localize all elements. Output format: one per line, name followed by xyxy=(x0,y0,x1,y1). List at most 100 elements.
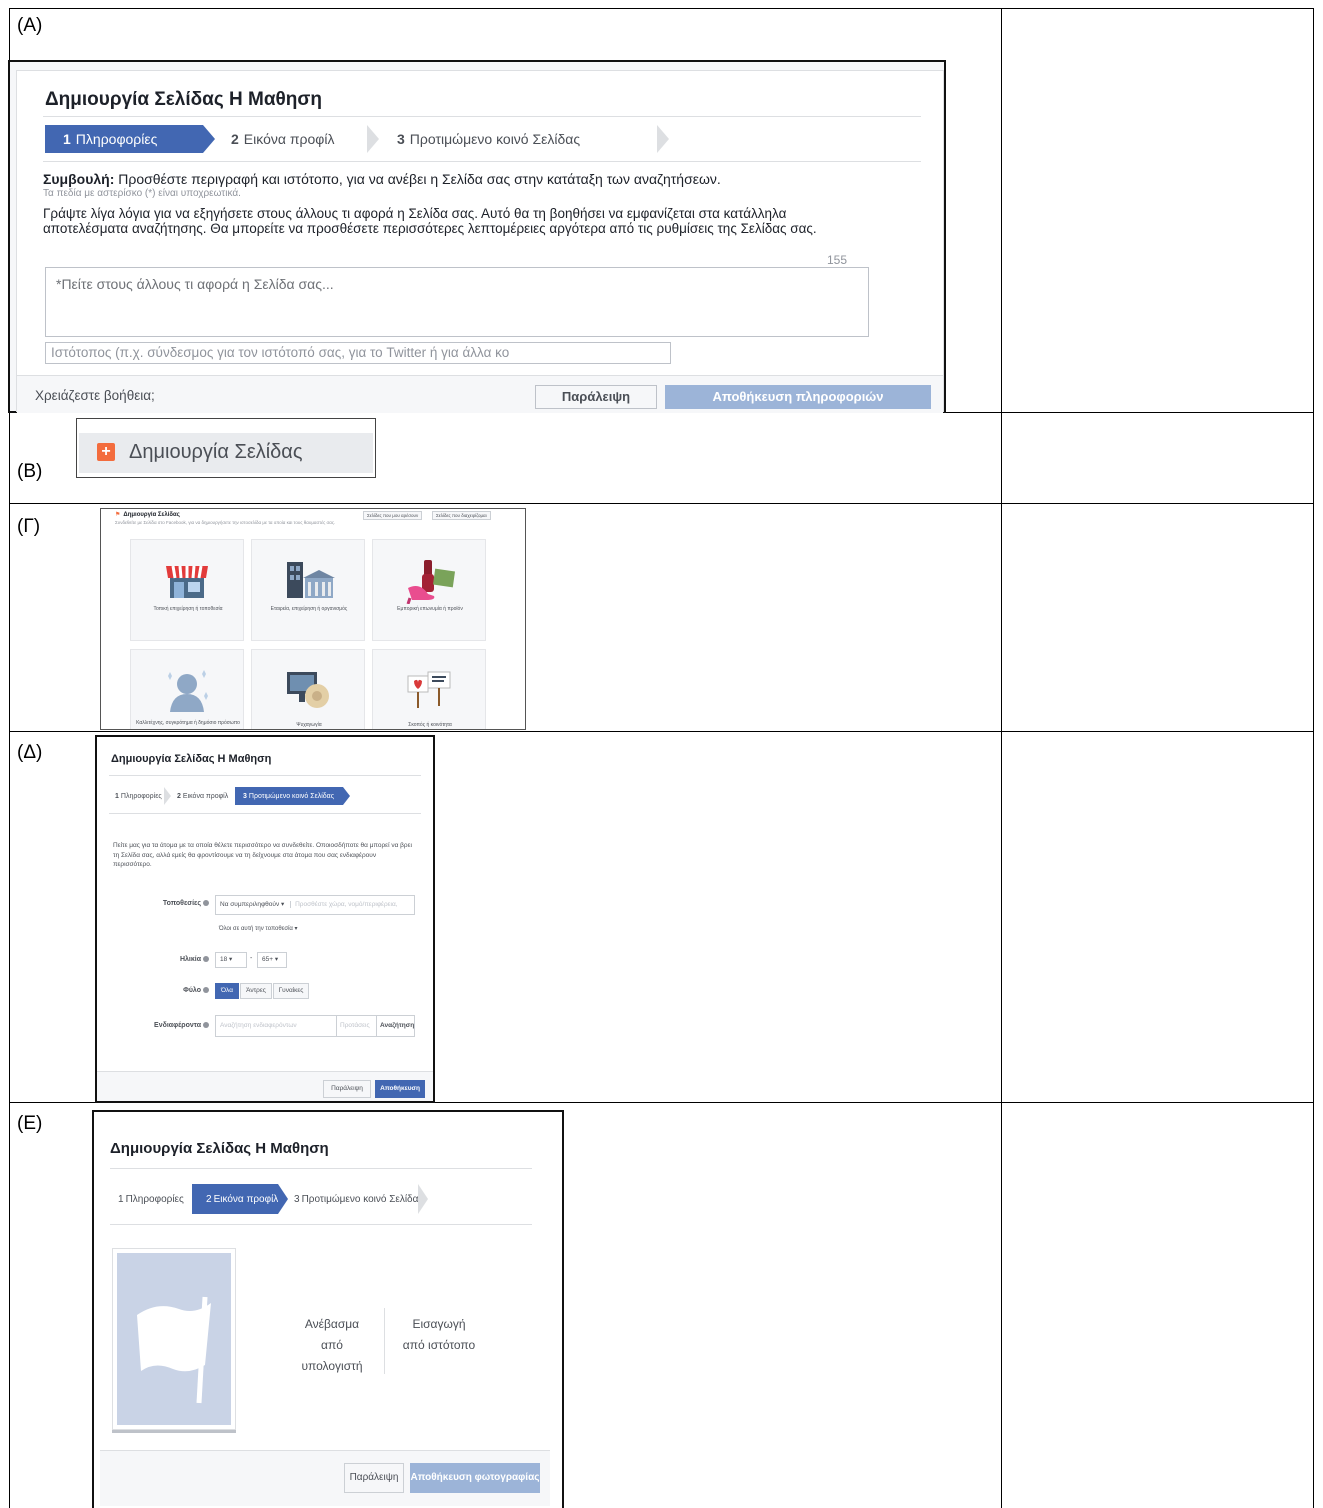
step-number: 1 xyxy=(118,1193,124,1205)
create-page-info-dialog: Δημιουργία Σελίδας Η Μαθηση 1 Πληροφορίε… xyxy=(8,60,946,413)
website-input[interactable]: Ιστότοπος (π.χ. σύνδεσμος για τον ιστότο… xyxy=(45,342,671,364)
tab-info[interactable]: 1 Πληροφορίες xyxy=(110,1184,192,1214)
step-number: 2 xyxy=(177,792,181,800)
category-card[interactable]: Καλλιτέχνης, συγκρότημα ή δημόσιο πρόσωπ… xyxy=(130,649,244,729)
category-card[interactable]: Τοπική επιχείρηση ή τοποθεσία xyxy=(130,539,244,641)
tab-preferred-audience[interactable]: 3 Προτιμώμενο κοινό Σελίδας xyxy=(278,1184,428,1214)
steps-bar: 1 Πληροφορίες 2 Εικόνα προφίλ 3 Προτιμώμ… xyxy=(110,1184,450,1214)
divider xyxy=(110,1168,532,1169)
step-label: Εικόνα προφίλ xyxy=(182,792,229,800)
skip-button[interactable]: Παράλειψη xyxy=(535,385,657,409)
category-card[interactable]: Σκοπός ή κοινότητα xyxy=(372,649,486,729)
dialog-footer: Παράλειψη Αποθήκευση xyxy=(97,1071,433,1101)
interests-field[interactable]: Αναζήτηση ενδιαφερόντων Προτάσεις Αναζήτ… xyxy=(215,1015,415,1037)
category-card[interactable]: Εταιρεία, επιχείρηση ή οργανισμός xyxy=(251,539,365,641)
info-icon xyxy=(203,900,209,907)
preferred-audience-dialog: Δημιουργία Σελίδας Η Μαθηση 1 Πληροφορίε… xyxy=(95,735,435,1103)
skip-button[interactable]: Παράλειψη xyxy=(323,1080,371,1098)
page-category-chooser: ⚑ Δημιουργία Σελίδας Συνδεθείτε με Σελίδα… xyxy=(100,508,526,730)
help-link[interactable]: Χρειάζεστε βοήθεια; xyxy=(35,388,155,403)
tab-info[interactable]: 1 Πληροφορίες xyxy=(45,125,215,153)
locations-input[interactable]: Προσθέστε χώρα, νομό/περιφέρεια, xyxy=(290,901,398,908)
tab-preferred-audience[interactable]: 3 Προτιμώμενο κοινό Σελίδας xyxy=(379,125,669,153)
person-icon xyxy=(168,670,208,712)
save-button[interactable]: Αποθήκευση xyxy=(375,1080,425,1098)
category-card[interactable]: Ψυχαγωγία xyxy=(251,649,365,729)
tab-profile-picture[interactable]: 2 Εικόνα προφίλ xyxy=(203,125,379,153)
age-max-select[interactable]: 65+ ▾ xyxy=(257,952,287,968)
step-label: Εικόνα προφίλ xyxy=(243,131,335,147)
tab-profile-picture[interactable]: 2 Εικόνα προφίλ xyxy=(192,1184,288,1214)
divider xyxy=(109,775,421,776)
category-label: Εμπορική επωνυμία ή προϊόν xyxy=(397,606,463,612)
step-label: Πληροφορίες xyxy=(75,131,158,147)
flag-icon: ⚑ xyxy=(115,512,121,518)
char-counter: 155 xyxy=(827,253,848,267)
row-divider xyxy=(9,731,1314,732)
locations-field[interactable]: Να συμπεριληφθούν ▾ Προσθέστε χώρα, νομό… xyxy=(215,895,415,915)
step-label: Προτιμώμενο κοινό Σελίδας xyxy=(301,1193,424,1205)
location-scope-dropdown[interactable]: Όλοι σε αυτή την τοποθεσία ▾ xyxy=(219,925,298,932)
upload-line: από xyxy=(321,1338,343,1352)
chevron-right-icon xyxy=(418,1184,428,1214)
description-text: Γράψτε λίγα λόγια για να εξηγήσετε στους… xyxy=(43,206,817,236)
building-icon xyxy=(287,562,335,598)
tip-text: Συμβουλή: Προσθέστε περιγραφή και ιστότο… xyxy=(43,171,721,187)
save-info-button[interactable]: Αποθήκευση πληροφοριών xyxy=(665,385,931,409)
chooser-header: ⚑ Δημιουργία Σελίδας xyxy=(115,511,180,518)
step-number: 3 xyxy=(294,1193,300,1205)
row-label-g: (Γ) xyxy=(17,516,41,537)
gender-men-button[interactable]: Άντρες xyxy=(240,983,272,999)
upload-from-computer-button[interactable]: Ανέβασμα από υπολογιστή xyxy=(292,1314,372,1377)
flag-icon xyxy=(137,1296,211,1404)
search-button[interactable]: Αναζήτηση xyxy=(376,1016,414,1036)
info-icon xyxy=(203,987,209,994)
dialog-body: Δημιουργία Σελίδας Η Μαθηση 1 Πληροφορίε… xyxy=(16,70,944,413)
tab-profile-picture[interactable]: 2 Εικόνα προφίλ xyxy=(171,787,235,805)
gender-label: Φύλο xyxy=(109,987,209,994)
placeholder-fill xyxy=(117,1253,231,1425)
entertainment-icon xyxy=(287,672,329,708)
gender-women-button[interactable]: Γυναίκες xyxy=(273,983,309,999)
create-page-menu-crop: + Δημιουργία Σελίδας xyxy=(76,418,376,478)
dialog-title: Δημιουργία Σελίδας Η Μαθηση xyxy=(110,1140,329,1157)
import-line: από ιστότοπο xyxy=(402,1338,476,1352)
create-page-label: Δημιουργία Σελίδας xyxy=(129,441,303,463)
suggestions-link[interactable]: Προτάσεις xyxy=(336,1016,370,1036)
managed-pages-button[interactable]: Σελίδες που διαχειρίζομαι xyxy=(432,511,491,520)
about-textarea[interactable]: *Πείτε στους άλλους τι αφορά η Σελίδα σα… xyxy=(45,267,869,337)
step-number: 3 xyxy=(243,792,247,800)
table-border-top xyxy=(9,8,1314,9)
include-dropdown[interactable]: Να συμπεριληφθούν ▾ xyxy=(220,901,284,908)
create-page-icon: + xyxy=(97,443,115,461)
dialog-title: Δημιουργία Σελίδας Η Μαθηση xyxy=(45,89,323,110)
steps: 1 Πληροφορίες 2 Εικόνα προφίλ 3 Προτιμώμ… xyxy=(109,787,350,805)
tab-preferred-audience[interactable]: 3 Προτιμώμενο κοινό Σελίδας xyxy=(235,787,350,805)
skip-button[interactable]: Παράλειψη xyxy=(344,1463,404,1493)
step-number: 1 xyxy=(63,131,71,147)
import-from-website-button[interactable]: Εισαγωγή από ιστότοπο xyxy=(394,1314,484,1356)
step-number: 2 xyxy=(231,131,239,147)
step-number: 3 xyxy=(397,131,405,147)
save-photo-button[interactable]: Αποθήκευση φωτογραφίας xyxy=(410,1463,540,1493)
age-label: Ηλικία xyxy=(109,956,209,963)
chevron-right-icon xyxy=(164,787,171,805)
tab-info[interactable]: 1 Πληροφορίες xyxy=(109,787,171,805)
row-label-e: (Ε) xyxy=(17,1113,43,1134)
create-page-menu-item[interactable]: + Δημιουργία Σελίδας xyxy=(79,433,373,473)
category-card[interactable]: Εμπορική επωνυμία ή προϊόν xyxy=(372,539,486,641)
dialog-footer: Χρειάζεστε βοήθεια; Παράλειψη Αποθήκευση… xyxy=(17,375,943,413)
column-divider xyxy=(1001,8,1002,1508)
age-min-select[interactable]: 18 ▾ xyxy=(215,952,247,968)
row-divider xyxy=(9,503,1314,504)
step-label: Προτιμώμενο κοινό Σελίδας xyxy=(248,792,335,800)
interests-input[interactable]: Αναζήτηση ενδιαφερόντων xyxy=(220,1022,297,1029)
gender-all-button[interactable]: Όλα xyxy=(215,983,239,999)
step-label: Πληροφορίες xyxy=(120,792,162,800)
liked-pages-button[interactable]: Σελίδες που μου αρέσουν xyxy=(363,511,423,520)
age-dash: - xyxy=(250,955,253,962)
category-label: Καλλιτέχνης, συγκρότημα ή δημόσιο πρόσωπ… xyxy=(136,720,240,726)
audience-intro: Πείτε μας για τα άτομα με τα οποία θέλετ… xyxy=(113,842,412,868)
row-label-d: (Δ) xyxy=(17,742,43,763)
steps-bar: 1 Πληροφορίες 2 Εικόνα προφίλ 3 Προτιμώμ… xyxy=(109,787,409,805)
